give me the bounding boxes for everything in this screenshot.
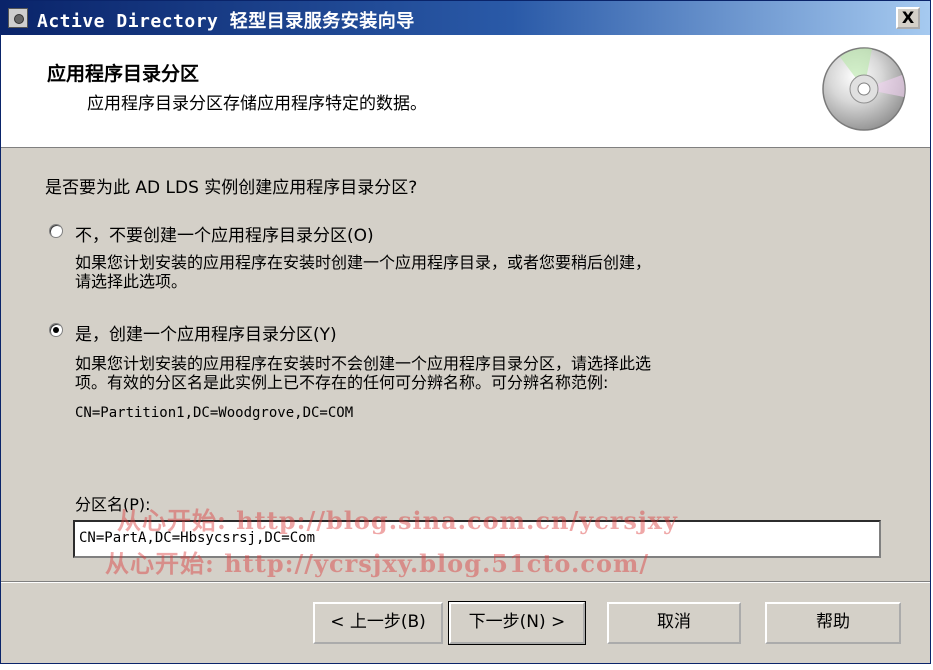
page-subtitle: 应用程序目录分区存储应用程序特定的数据。 [87,94,427,114]
back-button[interactable]: < 上一步(B) [313,602,443,644]
close-button[interactable]: X [896,7,920,29]
wizard-content: 是否要为此 AD LDS 实例创建应用程序目录分区? 不，不要创建一个应用程序目… [1,149,930,579]
window-title: Active Directory 轻型目录服务安装向导 [37,11,415,32]
radio-no-partition[interactable] [49,224,63,238]
cd-disc-icon [822,47,906,131]
page-title: 应用程序目录分区 [47,63,200,85]
footer-divider [1,581,930,583]
watermark-line-1: 从心开始: http://blog.sina.com.cn/ycrsjxy [117,506,678,535]
next-button[interactable]: 下一步(N) > [448,601,586,645]
watermark-line-2: 从心开始: http://ycrsjxy.blog.51cto.com/ [105,549,650,578]
partition-question: 是否要为此 AD LDS 实例创建应用程序目录分区? [45,178,418,198]
option-no-description-line2: 请选择此选项。 [75,272,188,291]
option-yes-label[interactable]: 是，创建一个应用程序目录分区(Y) [75,320,337,345]
radio-create-partition[interactable] [49,323,63,337]
option-no-description-line1: 如果您计划安装的应用程序在安装时创建一个应用程序目录，或者您要稍后创建， [75,253,652,272]
cancel-button[interactable]: 取消 [607,602,741,644]
option-yes-description-line1: 如果您计划安装的应用程序在安装时不会创建一个应用程序目录分区，请选择此选 [75,354,652,373]
option-no-label[interactable]: 不，不要创建一个应用程序目录分区(O) [75,221,374,246]
dn-example: CN=Partition1,DC=Woodgrove,DC=COM [75,405,354,421]
help-button[interactable]: 帮助 [765,602,901,644]
app-icon [8,8,28,28]
option-yes-description-line2: 项。有效的分区名是此实例上已不存在的任何可分辨名称。可分辨名称范例: [75,373,609,392]
title-bar: Active Directory 轻型目录服务安装向导 X [1,1,930,35]
wizard-window: Active Directory 轻型目录服务安装向导 X 应用程序目录分区 应… [0,0,931,664]
wizard-header: 应用程序目录分区 应用程序目录分区存储应用程序特定的数据。 [1,35,930,148]
